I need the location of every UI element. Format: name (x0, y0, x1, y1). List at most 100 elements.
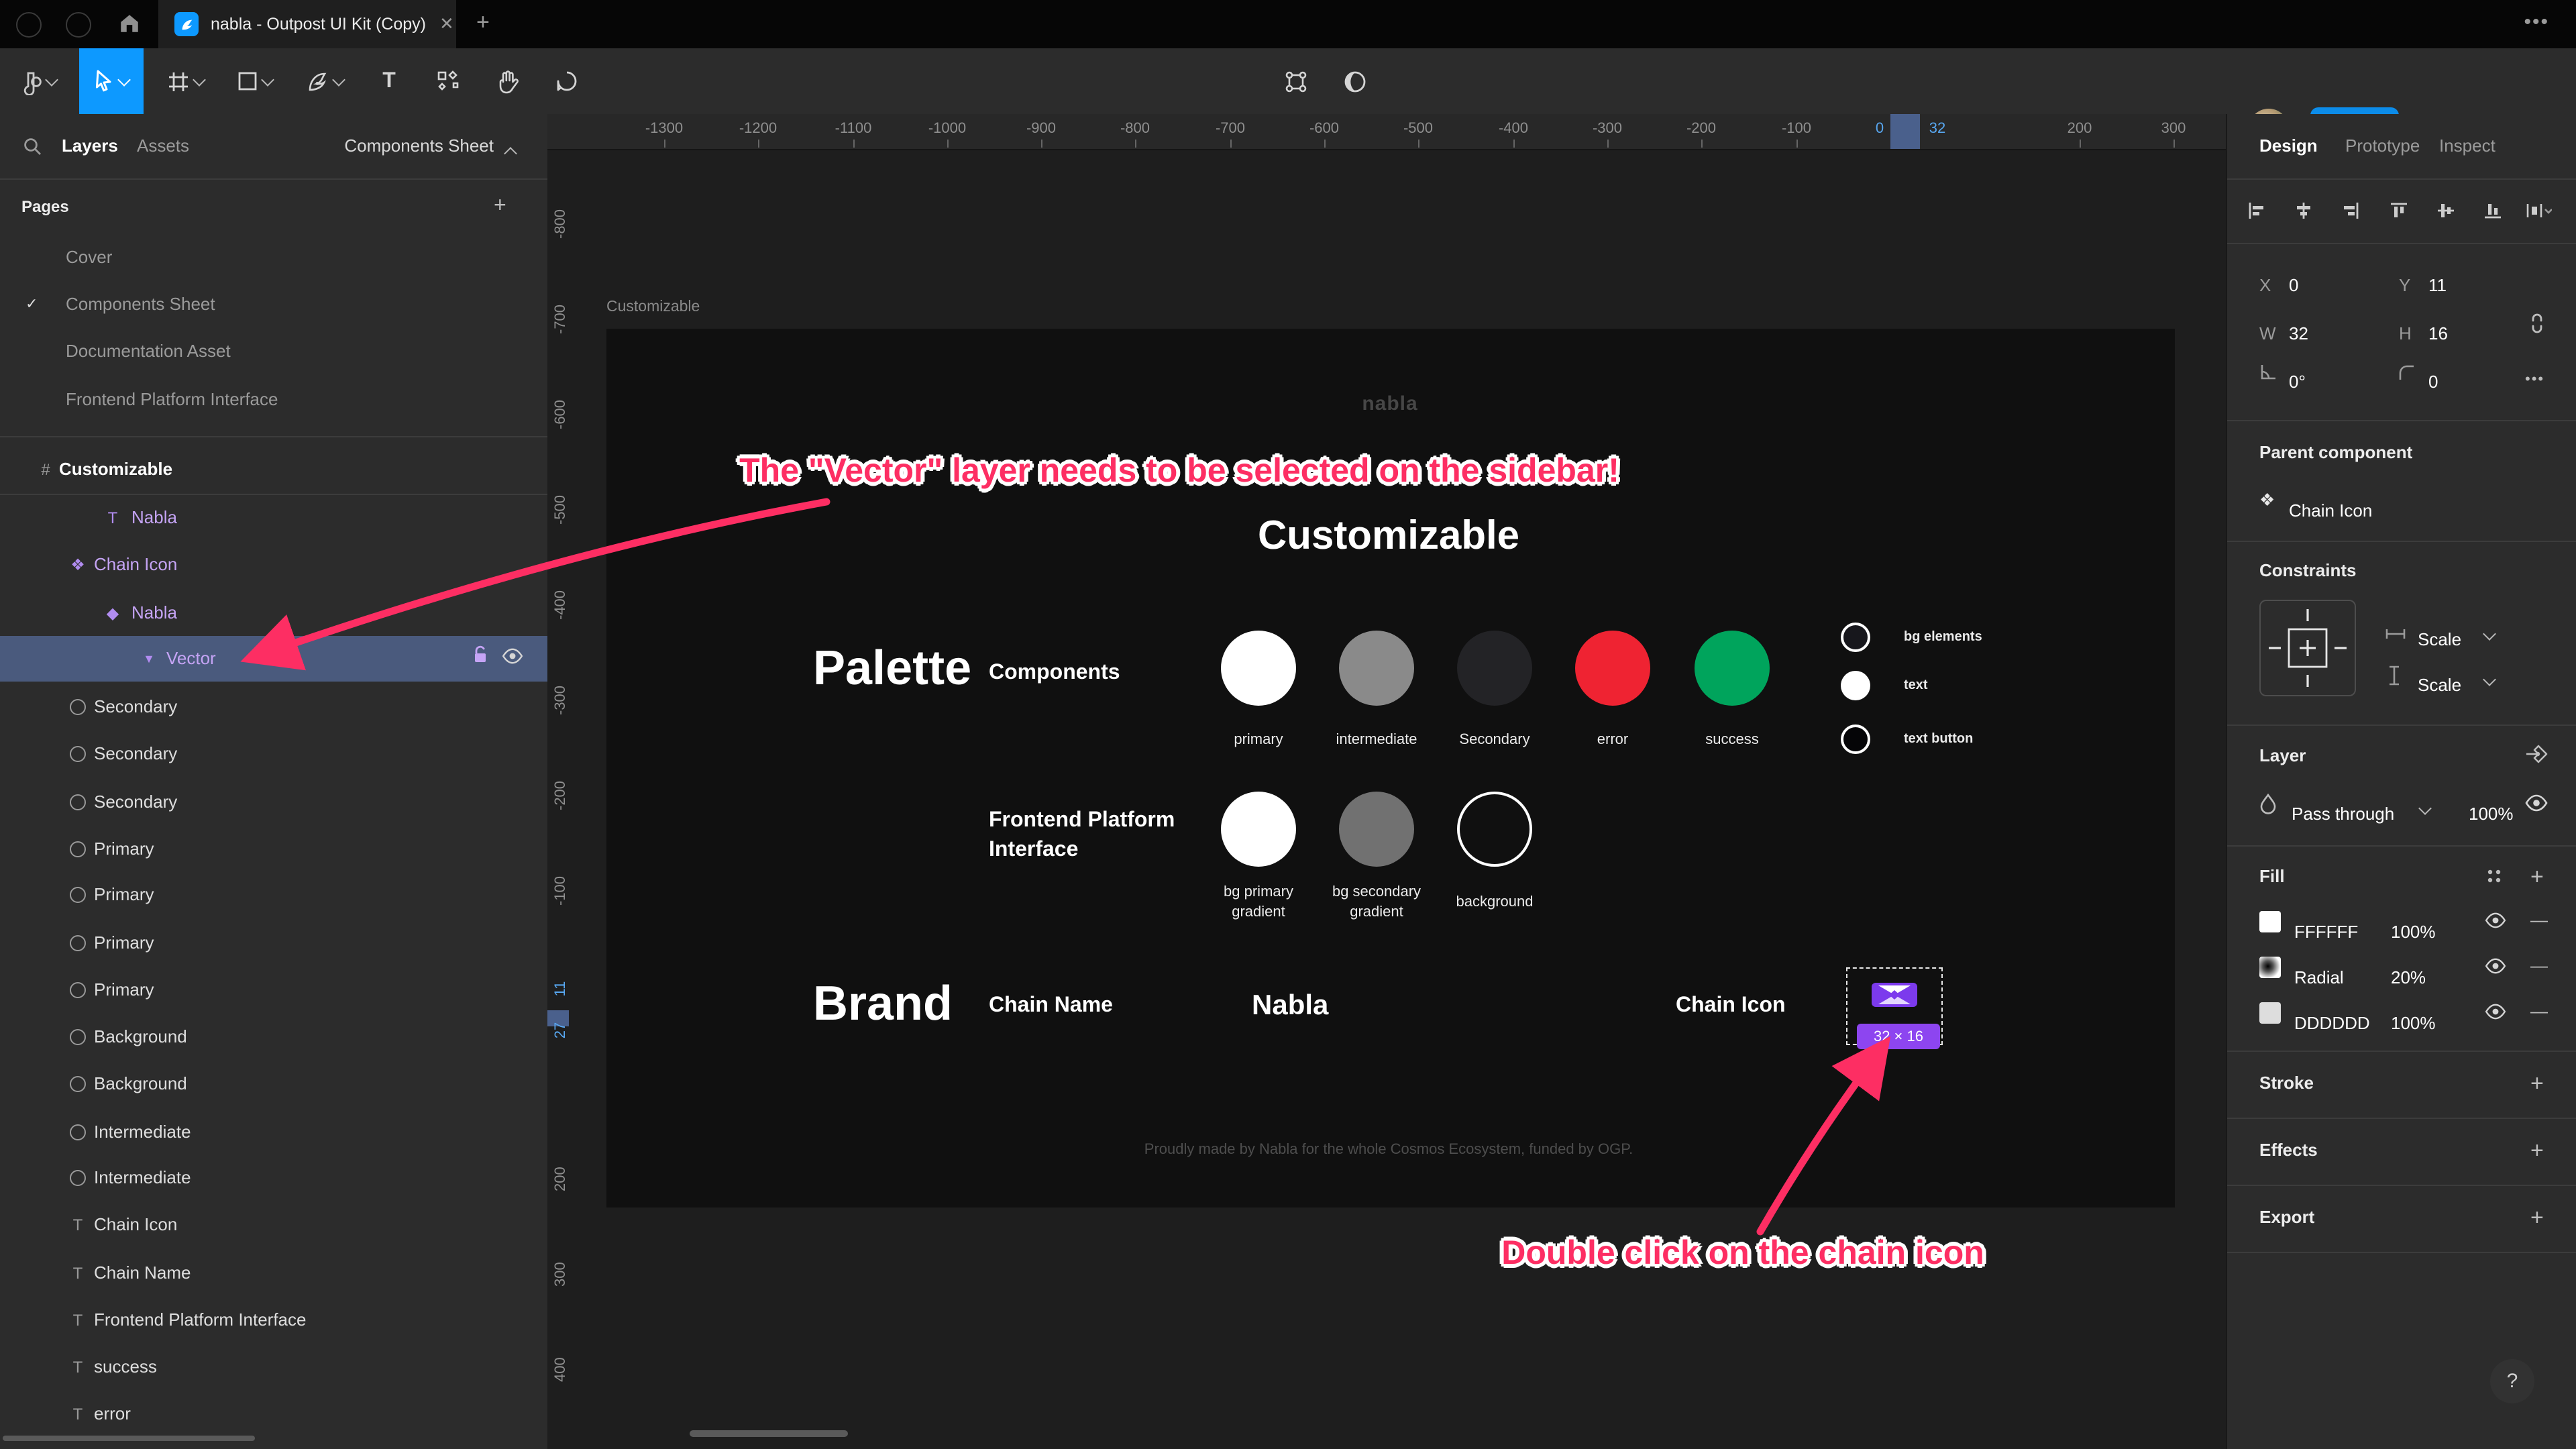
tab-design[interactable]: Design (2259, 136, 2318, 156)
tab-layers[interactable]: Layers (62, 136, 118, 156)
fill-hex-input[interactable]: FFFFFF (2294, 922, 2358, 942)
layer-row[interactable]: ❖ Chain Icon (0, 542, 547, 588)
h-input[interactable]: 16 (2428, 323, 2448, 343)
page-selector[interactable]: Components Sheet (344, 136, 494, 156)
layer-row[interactable]: T Chain Name (0, 1250, 547, 1296)
layer-row[interactable]: Terror (0, 1391, 547, 1437)
canvas-scrollbar[interactable] (690, 1430, 848, 1437)
constraints-widget[interactable] (2259, 600, 2356, 696)
distribute-icon[interactable] (2525, 201, 2552, 220)
palette-swatch[interactable] (1221, 631, 1296, 706)
fill-hex-input[interactable]: Radial (2294, 967, 2344, 987)
remove-fill-icon[interactable]: — (2530, 955, 2548, 975)
sidebar-page-item[interactable]: Cover (0, 235, 547, 280)
eye-icon[interactable] (2485, 1004, 2506, 1024)
frame-label[interactable]: Customizable (606, 299, 700, 315)
mask-button[interactable] (1334, 48, 1377, 114)
rotation-input[interactable]: 0° (2289, 372, 2306, 392)
text-tool-button[interactable]: T (373, 48, 405, 114)
mini-swatch[interactable] (1841, 671, 1870, 700)
fill-hex-input[interactable]: DDDDDD (2294, 1013, 2370, 1033)
x-input[interactable]: 0 (2289, 275, 2298, 295)
sidebar-scrollbar[interactable] (3, 1436, 255, 1441)
add-page-button[interactable]: + (494, 195, 506, 219)
blend-mode-select[interactable]: Pass through (2292, 804, 2394, 824)
comment-tool-button[interactable] (545, 48, 588, 114)
layer-row[interactable]: T Frontend Platform Interface (0, 1297, 547, 1343)
eye-icon[interactable] (2485, 912, 2506, 932)
layer-row[interactable]: ▼ Vector (0, 636, 547, 682)
tab-assets[interactable]: Assets (137, 136, 189, 156)
more-options-icon[interactable]: ••• (2525, 372, 2544, 388)
move-tool-button[interactable] (79, 48, 144, 114)
eye-icon[interactable] (2485, 958, 2506, 978)
mini-swatch[interactable] (1841, 724, 1870, 754)
add-effect-button[interactable]: + (2530, 1138, 2544, 1165)
add-export-button[interactable]: + (2530, 1205, 2544, 1232)
eye-icon[interactable] (2525, 794, 2548, 816)
fill-swatch[interactable] (2259, 911, 2281, 932)
sidebar-page-item[interactable]: Frontend Platform Interface (0, 377, 547, 423)
home-icon[interactable] (118, 12, 141, 42)
add-stroke-button[interactable]: + (2530, 1071, 2544, 1097)
tab-inspect[interactable]: Inspect (2439, 136, 2496, 156)
layer-row[interactable]: Primary (0, 920, 547, 966)
component-tool-button[interactable] (427, 48, 467, 114)
remove-fill-icon[interactable]: — (2530, 1001, 2548, 1021)
eye-icon[interactable] (502, 636, 523, 682)
add-fill-button[interactable]: + (2530, 864, 2544, 891)
fill-opacity-input[interactable]: 100% (2391, 1013, 2436, 1033)
layer-row[interactable]: Primary (0, 826, 547, 872)
constrain-proportions-icon[interactable] (2528, 313, 2546, 338)
align-left-icon[interactable] (2247, 201, 2266, 220)
tab-prototype[interactable]: Prototype (2345, 136, 2420, 156)
fill-swatch[interactable] (2259, 957, 2281, 978)
align-right-icon[interactable] (2341, 201, 2360, 220)
file-tab[interactable]: nabla - Outpost UI Kit (Copy) ✕ (158, 0, 456, 48)
sidebar-page-item[interactable]: ✓ Components Sheet (0, 282, 547, 327)
corner-radius-input[interactable]: 0 (2428, 372, 2438, 392)
chain-icon[interactable] (1870, 980, 1919, 1016)
palette-swatch[interactable] (1339, 631, 1414, 706)
fill-styles-icon[interactable] (2485, 867, 2504, 890)
w-input[interactable]: 32 (2289, 323, 2308, 343)
fill-opacity-input[interactable]: 100% (2391, 922, 2436, 942)
layer-row[interactable]: ◆ Nabla (0, 590, 547, 636)
sidebar-page-item[interactable]: Documentation Asset (0, 329, 547, 374)
remove-fill-icon[interactable]: — (2530, 910, 2548, 930)
frame-tool-button[interactable] (161, 48, 209, 114)
layer-row[interactable]: # Customizable (0, 447, 547, 492)
main-menu-button[interactable] (16, 48, 62, 114)
window-control-icon[interactable] (66, 12, 91, 38)
layer-row[interactable]: Secondary (0, 780, 547, 825)
align-vertical-center-icon[interactable] (2436, 201, 2455, 220)
new-tab-button[interactable]: + (476, 9, 490, 36)
fill-opacity-input[interactable]: 20% (2391, 967, 2426, 987)
layer-row[interactable]: Primary (0, 967, 547, 1013)
window-control-icon[interactable] (16, 12, 42, 38)
layer-opacity-input[interactable]: 100% (2469, 804, 2514, 824)
layer-row[interactable]: Intermediate (0, 1110, 547, 1155)
layer-row[interactable]: T Chain Icon (0, 1202, 547, 1248)
tab-close-icon[interactable]: ✕ (439, 13, 454, 35)
fpi-swatch[interactable] (1457, 792, 1532, 867)
y-input[interactable]: 11 (2428, 275, 2447, 295)
tab-overflow-icon[interactable]: ••• (2524, 11, 2549, 34)
fpi-swatch[interactable] (1221, 792, 1296, 867)
layer-row[interactable]: Secondary (0, 731, 547, 777)
lock-open-icon[interactable] (472, 636, 488, 682)
align-top-icon[interactable] (2390, 201, 2408, 220)
hand-tool-button[interactable] (486, 48, 529, 114)
fill-swatch[interactable] (2259, 1002, 2281, 1024)
select-layer-icon[interactable] (2525, 743, 2549, 769)
align-horizontal-center-icon[interactable] (2294, 201, 2313, 220)
layer-row[interactable]: Intermediate (0, 1155, 547, 1201)
palette-swatch[interactable] (1575, 631, 1650, 706)
palette-swatch[interactable] (1695, 631, 1770, 706)
layer-row[interactable]: Primary (0, 872, 547, 918)
layer-row[interactable]: Tsuccess (0, 1344, 547, 1390)
mini-swatch[interactable] (1841, 623, 1870, 652)
shape-tool-button[interactable] (231, 48, 279, 114)
pen-tool-button[interactable] (301, 48, 349, 114)
align-bottom-icon[interactable] (2483, 201, 2502, 220)
